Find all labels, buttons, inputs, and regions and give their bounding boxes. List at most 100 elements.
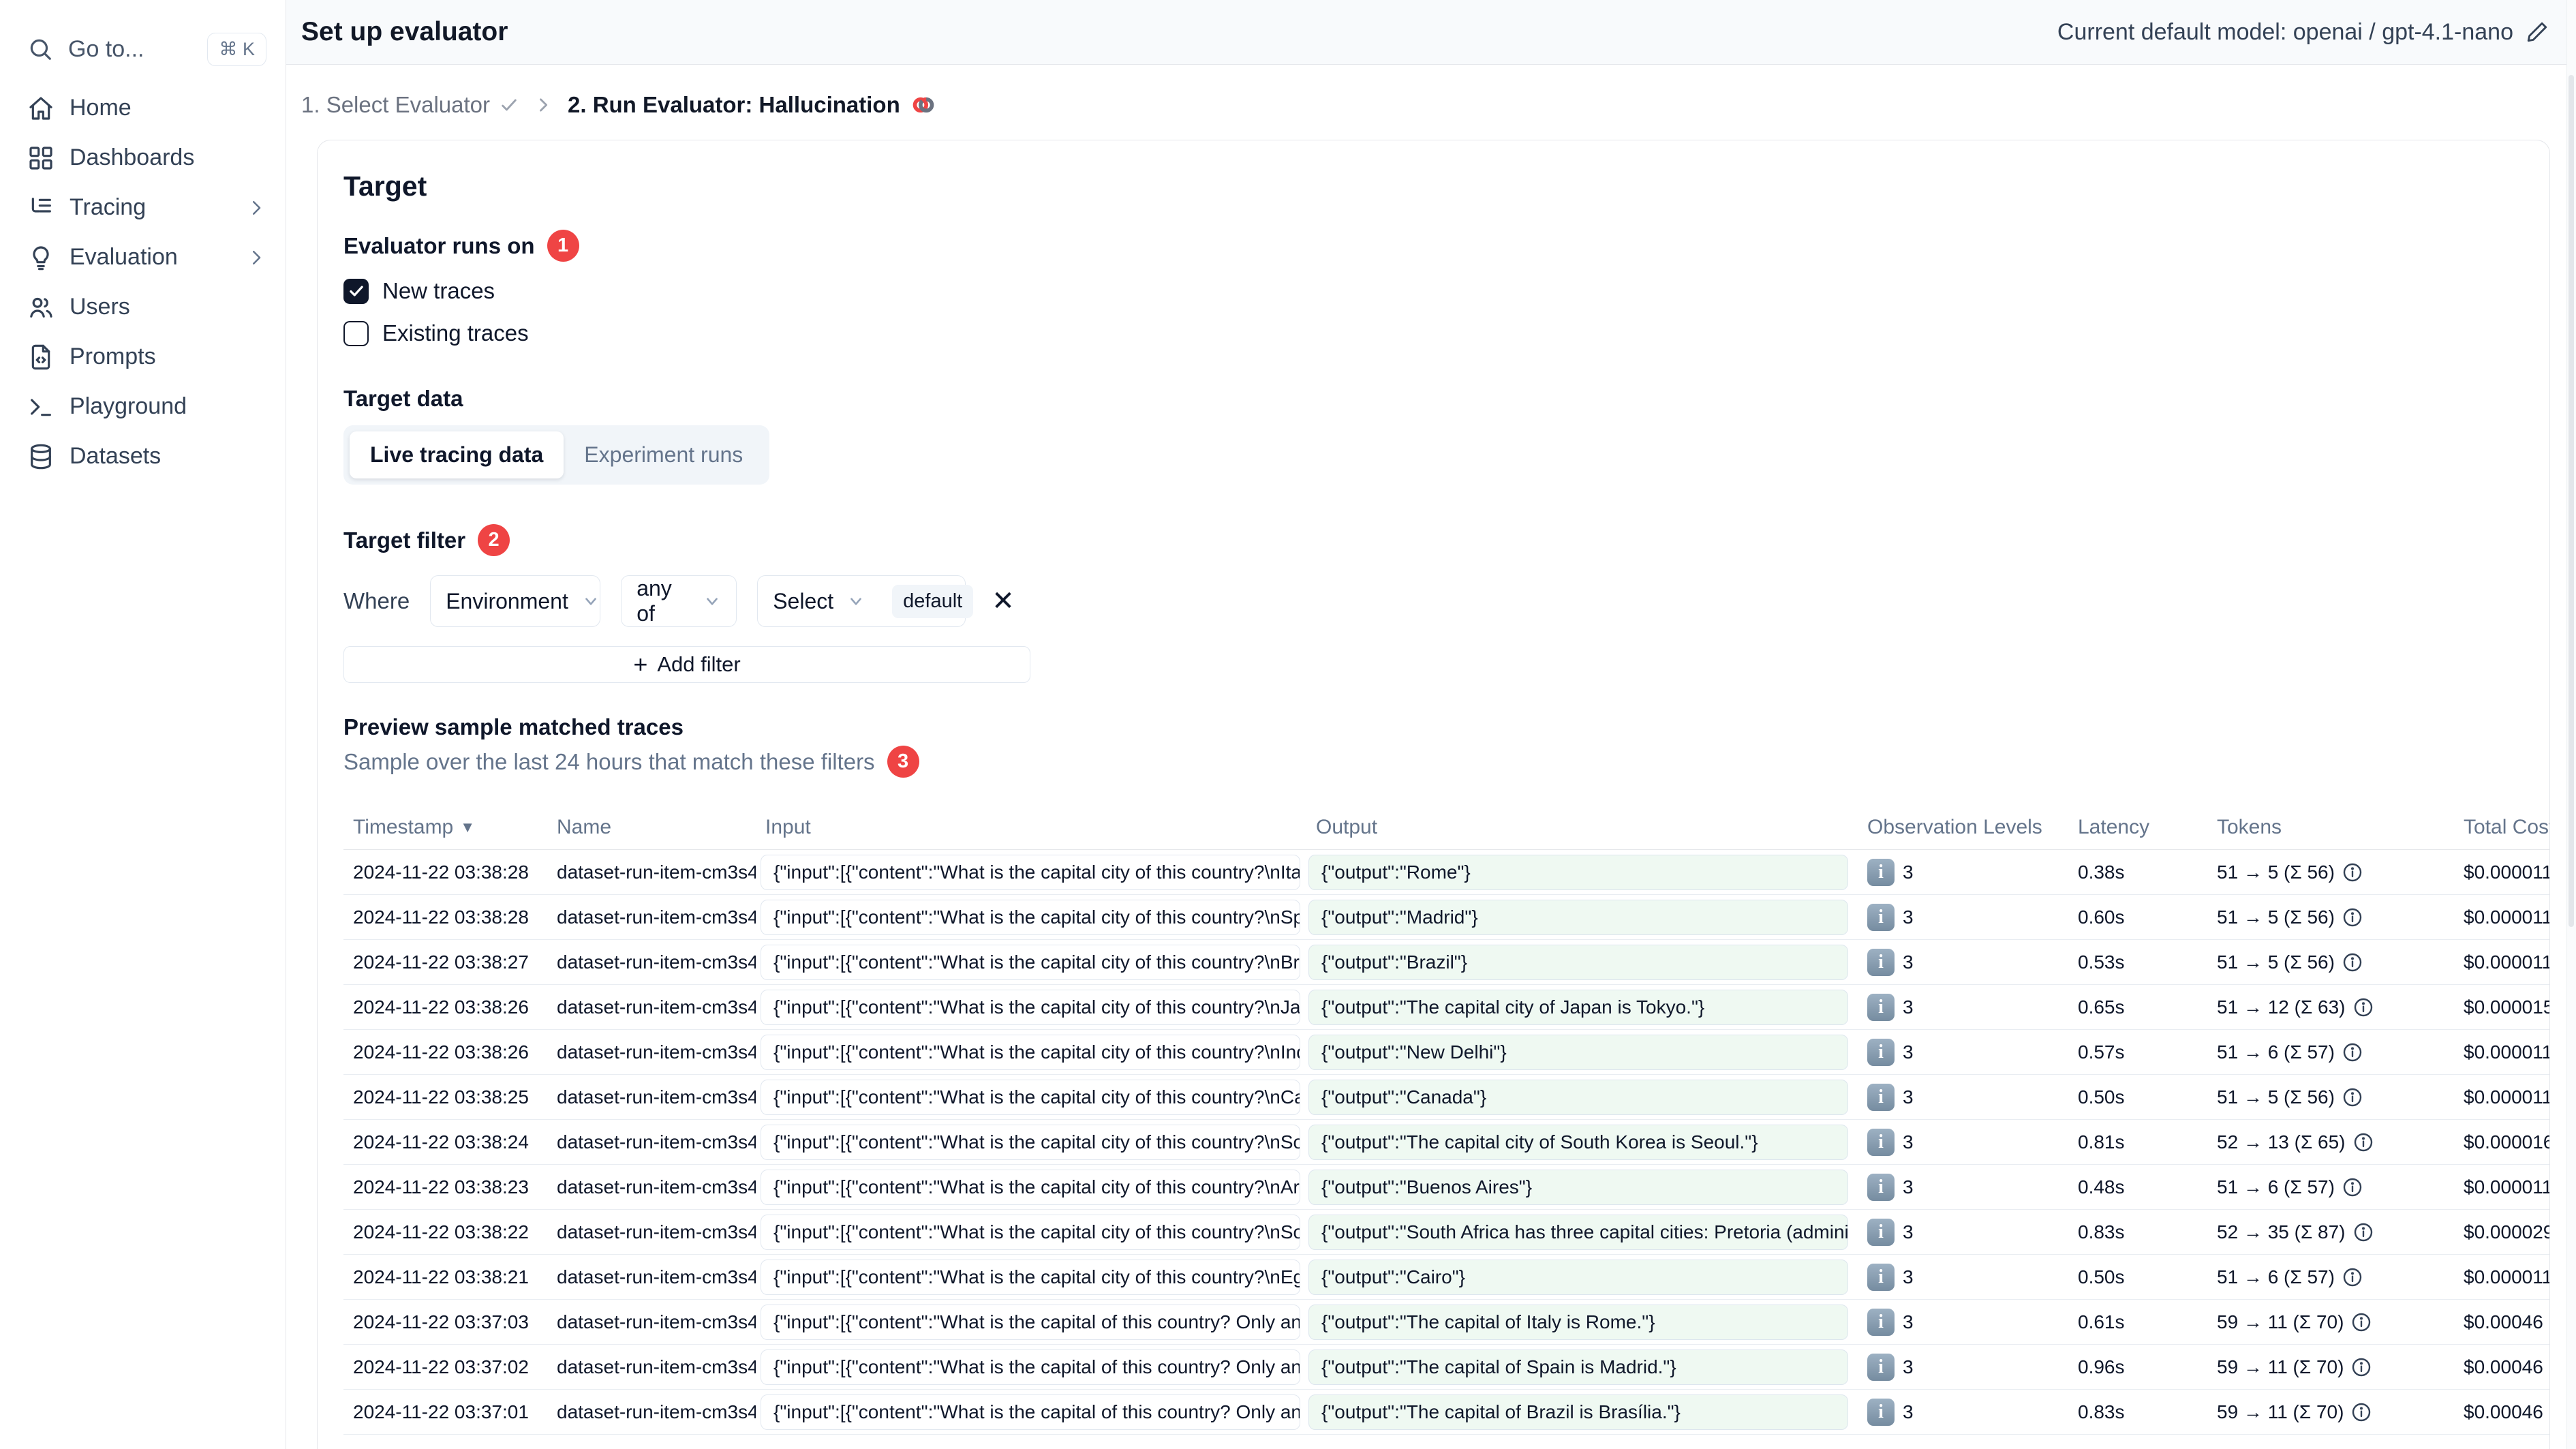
input-pill[interactable]: {"input":[{"content":"What is the capita… (761, 1304, 1300, 1340)
output-pill[interactable]: {"output":"Cairo"} (1308, 1259, 1848, 1295)
sidebar-item-evaluation[interactable]: Evaluation (27, 232, 266, 282)
input-pill[interactable]: {"input":[{"content":"What is the capita… (761, 989, 1300, 1025)
cell-input: {"input":[{"content":"What is the capita… (756, 1124, 1306, 1160)
table-row[interactable]: 2024-11-22 03:37:01 dataset-run-item-cm3s… (343, 1390, 2549, 1435)
table-row[interactable]: 2024-11-22 03:38:23 dataset-run-item-cm3s… (343, 1165, 2549, 1210)
column-header-tokens[interactable]: Tokens (2207, 816, 2454, 839)
sidebar-item-dashboards[interactable]: Dashboards (27, 133, 266, 183)
info-circle-icon[interactable] (2342, 1086, 2363, 1108)
output-pill[interactable]: {"output":"The capital of Italy is Rome.… (1308, 1304, 1848, 1340)
input-pill[interactable]: {"input":[{"content":"What is the capita… (761, 1034, 1300, 1070)
input-pill[interactable]: {"input":[{"content":"What is the capita… (761, 1124, 1300, 1160)
goto-search[interactable]: Go to... ⌘ K (27, 27, 266, 71)
cell-timestamp: 2024-11-22 03:38:25 (353, 1086, 529, 1108)
output-pill[interactable]: {"output":"The capital city of South Kor… (1308, 1124, 1848, 1160)
input-pill[interactable]: {"input":[{"content":"What is the capita… (761, 899, 1300, 935)
target-filter-label: Target filter (343, 527, 466, 553)
column-header-latency[interactable]: Latency (2068, 816, 2207, 839)
traces-table: Timestamp ▼ Name Input Output Observation Lev… (343, 805, 2549, 1435)
observation-info-icon: i (1867, 903, 1895, 931)
sidebar-item-users[interactable]: Users (27, 282, 266, 332)
sidebar-item-home[interactable]: Home (27, 83, 266, 133)
table-row[interactable]: 2024-11-22 03:37:02 dataset-run-item-cm3s… (343, 1345, 2549, 1390)
output-pill[interactable]: {"output":"The capital of Spain is Madri… (1308, 1349, 1848, 1385)
main-area: Set up evaluator Current default model: … (286, 0, 2576, 1449)
input-pill[interactable]: {"input":[{"content":"What is the capita… (761, 1214, 1300, 1250)
cell-output: {"output":"New Delhi"} (1306, 1034, 1858, 1070)
input-pill[interactable]: {"input":[{"content":"What is the capita… (761, 944, 1300, 980)
filter-column-select[interactable]: Environment (430, 575, 601, 627)
sidebar-item-prompts[interactable]: Prompts (27, 332, 266, 382)
tokens-value: 52 → 13 (Σ 65) (2217, 1131, 2346, 1153)
table-row[interactable]: 2024-11-22 03:38:28 dataset-run-item-cm3s… (343, 850, 2549, 895)
column-header-output[interactable]: Output (1306, 816, 1858, 839)
page-scrollbar[interactable] (2566, 0, 2576, 1449)
add-filter-button[interactable]: + Add filter (343, 646, 1030, 683)
cell-tokens: 51 → 6 (Σ 57) (2207, 1176, 2454, 1198)
cell-input: {"input":[{"content":"What is the capita… (756, 1259, 1306, 1295)
table-row[interactable]: 2024-11-22 03:37:03 dataset-run-item-cm3s… (343, 1300, 2549, 1345)
column-header-timestamp[interactable]: Timestamp ▼ (343, 816, 547, 839)
filter-operator-select[interactable]: any of (621, 575, 737, 627)
table-row[interactable]: 2024-11-22 03:38:28 dataset-run-item-cm3s… (343, 895, 2549, 940)
table-row[interactable]: 2024-11-22 03:38:24 dataset-run-item-cm3s… (343, 1120, 2549, 1165)
column-header-name[interactable]: Name (547, 816, 756, 839)
table-row[interactable]: 2024-11-22 03:38:26 dataset-run-item-cm3s… (343, 1030, 2549, 1075)
column-header-total-cost[interactable]: Total Cost (2454, 816, 2549, 839)
tab-live-tracing-data[interactable]: Live tracing data (350, 431, 564, 478)
table-row[interactable]: 2024-11-22 03:38:27 dataset-run-item-cm3s… (343, 940, 2549, 985)
sidebar-item-tracing[interactable]: Tracing (27, 183, 266, 232)
info-circle-icon[interactable] (2342, 1266, 2363, 1288)
output-pill[interactable]: {"output":"Madrid"} (1308, 899, 1848, 935)
info-circle-icon[interactable] (2342, 951, 2363, 973)
input-pill[interactable]: {"input":[{"content":"What is the capita… (761, 1169, 1300, 1205)
scrollbar-thumb[interactable] (2569, 75, 2574, 927)
input-pill[interactable]: {"input":[{"content":"What is the capita… (761, 1349, 1300, 1385)
output-pill[interactable]: {"output":"Rome"} (1308, 854, 1848, 890)
cell-input: {"input":[{"content":"What is the capita… (756, 1394, 1306, 1430)
info-circle-icon[interactable] (2342, 1041, 2363, 1063)
remove-filter-button[interactable]: ✕ (986, 588, 1020, 615)
info-circle-icon[interactable] (2352, 996, 2374, 1018)
datasets-icon (27, 443, 55, 470)
input-pill[interactable]: {"input":[{"content":"What is the capita… (761, 1079, 1300, 1115)
table-row[interactable]: 2024-11-22 03:38:21 dataset-run-item-cm3s… (343, 1255, 2549, 1300)
output-pill[interactable]: {"output":"New Delhi"} (1308, 1034, 1848, 1070)
breadcrumb-step-1[interactable]: 1. Select Evaluator (301, 92, 519, 118)
column-header-input[interactable]: Input (756, 816, 1306, 839)
sidebar-item-label: Evaluation (70, 244, 178, 270)
output-pill[interactable]: {"output":"Canada"} (1308, 1079, 1848, 1115)
info-circle-icon[interactable] (2350, 1311, 2372, 1333)
edit-pencil-icon[interactable] (2526, 20, 2549, 44)
info-circle-icon[interactable] (2342, 906, 2363, 928)
info-circle-icon[interactable] (2352, 1131, 2374, 1153)
column-header-observation-levels[interactable]: Observation Levels (1858, 816, 2068, 839)
info-circle-icon[interactable] (2352, 1221, 2374, 1243)
filter-value-select[interactable]: Select default (757, 575, 974, 627)
checkbox-new-traces[interactable]: New traces (343, 278, 2549, 304)
info-circle-icon[interactable] (2342, 1176, 2363, 1198)
table-row[interactable]: 2024-11-22 03:38:26 dataset-run-item-cm3s… (343, 985, 2549, 1030)
checkbox-unchecked[interactable] (343, 320, 369, 346)
input-pill[interactable]: {"input":[{"content":"What is the capita… (761, 1394, 1300, 1430)
output-pill[interactable]: {"output":"The capital of Brazil is Bras… (1308, 1394, 1848, 1430)
input-pill[interactable]: {"input":[{"content":"What is the capita… (761, 854, 1300, 890)
checkbox-existing-traces[interactable]: Existing traces (343, 320, 2549, 346)
output-pill[interactable]: {"output":"Brazil"} (1308, 944, 1848, 980)
info-circle-icon[interactable] (2342, 861, 2363, 883)
table-row[interactable]: 2024-11-22 03:38:22 dataset-run-item-cm3s… (343, 1210, 2549, 1255)
info-circle-icon[interactable] (2350, 1356, 2372, 1378)
table-row[interactable]: 2024-11-22 03:38:25 dataset-run-item-cm3s… (343, 1075, 2549, 1120)
dashboards-icon (27, 144, 55, 172)
checkbox-checked[interactable] (343, 278, 369, 304)
input-pill[interactable]: {"input":[{"content":"What is the capita… (761, 1259, 1300, 1295)
info-circle-icon[interactable] (2350, 1401, 2372, 1423)
sidebar-item-datasets[interactable]: Datasets (27, 431, 266, 481)
tab-experiment-runs[interactable]: Experiment runs (564, 431, 763, 478)
step-badge-2: 2 (478, 524, 510, 556)
sidebar-item-playground[interactable]: Playground (27, 382, 266, 431)
output-pill[interactable]: {"output":"The capital city of Japan is … (1308, 989, 1848, 1025)
output-pill[interactable]: {"output":"Buenos Aires"} (1308, 1169, 1848, 1205)
output-pill[interactable]: {"output":"South Africa has three capita… (1308, 1214, 1848, 1250)
tokens-value: 51 → 6 (Σ 57) (2217, 1041, 2335, 1063)
